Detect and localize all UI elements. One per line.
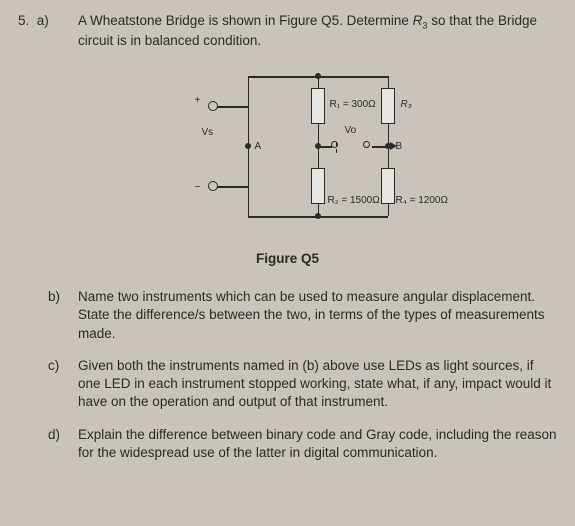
q5-num: 5.	[18, 13, 29, 28]
figure-caption: Figure Q5	[256, 250, 319, 268]
part-a-text: A Wheatstone Bridge is shown in Figure Q…	[78, 12, 557, 50]
arrow-right-icon	[390, 142, 397, 150]
vo-terminal-icon	[363, 141, 370, 148]
node-a-label: A	[255, 140, 262, 154]
node-icon	[315, 213, 321, 219]
node-icon	[315, 73, 321, 79]
question-5a-row: 5. a) A Wheatstone Bridge is shown in Fi…	[18, 12, 557, 50]
r3-label: R₃	[401, 98, 412, 112]
part-d-text: Explain the difference between binary co…	[78, 426, 557, 462]
question-5b-row: b) Name two instruments which can be use…	[18, 288, 557, 343]
wire	[372, 146, 388, 148]
minus-label: −	[195, 181, 201, 195]
resistor-r3-icon	[381, 88, 395, 124]
question-number: 5. a)	[18, 12, 78, 50]
vo-label: Vo	[345, 124, 357, 138]
node-b-label: B	[396, 140, 403, 154]
part-c-label: c)	[18, 357, 78, 412]
part-b-label: b)	[18, 288, 78, 343]
part-c-text: Given both the instruments named in (b) …	[78, 357, 557, 412]
resistor-r4-icon	[381, 168, 395, 204]
resistor-r2-icon	[311, 168, 325, 204]
a-text-1: A Wheatstone Bridge is shown in Figure Q…	[78, 13, 413, 28]
wire	[318, 146, 332, 148]
r2-label: R₂ = 1500Ω	[328, 194, 380, 208]
wire	[213, 186, 248, 188]
part-d-label: d)	[18, 426, 78, 462]
part-b-text: Name two instruments which can be used t…	[78, 288, 557, 343]
wire	[336, 142, 338, 146]
circuit-diagram: + − Vs A B Vo R₁ = 300Ω R₃ R₂ = 1500Ω R₄…	[158, 66, 418, 236]
vs-label: Vs	[202, 126, 214, 140]
terminal-negative-icon	[208, 181, 218, 191]
resistor-r1-icon	[311, 88, 325, 124]
terminal-positive-icon	[208, 101, 218, 111]
wire	[336, 149, 338, 153]
r3-sym: R	[413, 13, 423, 28]
question-5d-row: d) Explain the difference between binary…	[18, 426, 557, 462]
wire	[213, 106, 248, 108]
r4-label: R₄ = 1200Ω	[396, 194, 448, 208]
question-5c-row: c) Given both the instruments named in (…	[18, 357, 557, 412]
part-a-label: a)	[37, 13, 49, 28]
circuit-figure: + − Vs A B Vo R₁ = 300Ω R₃ R₂ = 1500Ω R₄…	[18, 66, 557, 268]
node-icon	[245, 143, 251, 149]
r1-label: R₁ = 300Ω	[330, 98, 376, 112]
plus-label: +	[195, 94, 201, 108]
